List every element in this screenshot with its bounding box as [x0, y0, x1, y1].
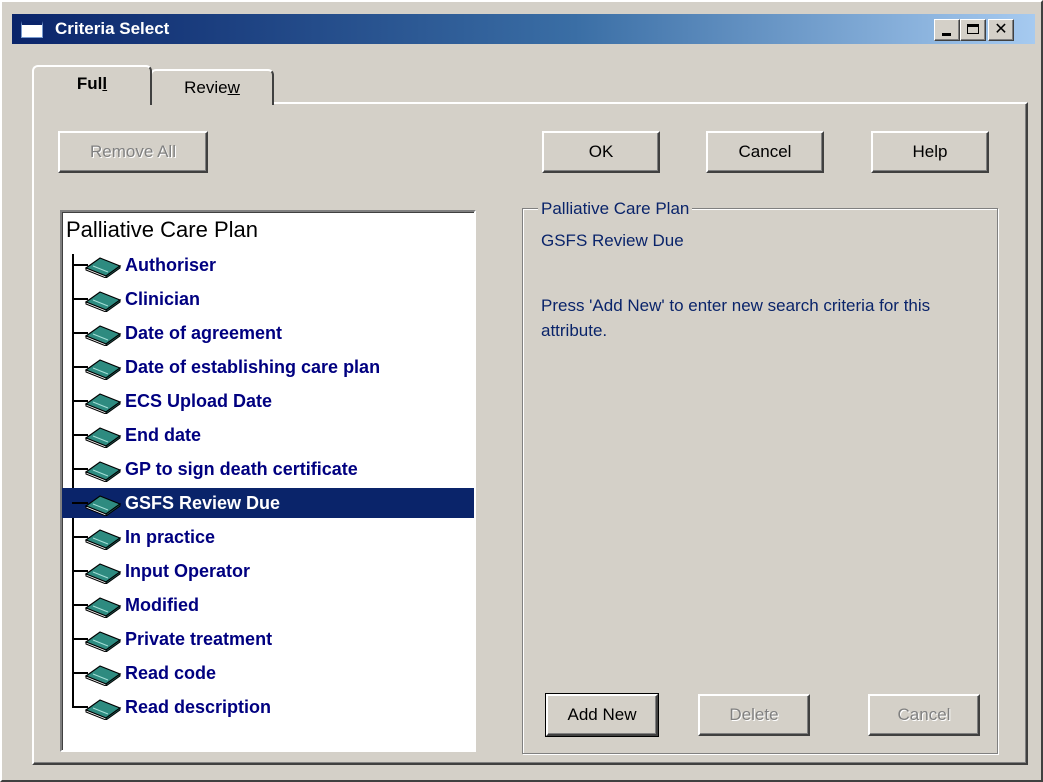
minimize-icon	[942, 33, 951, 36]
criteria-select-window: Criteria Select ✕ Full Review Remove All…	[0, 0, 1043, 782]
tree-item[interactable]: Read description	[62, 692, 474, 722]
book-icon	[84, 424, 122, 449]
book-icon	[84, 594, 122, 619]
tree-item[interactable]: Input Operator	[62, 556, 474, 586]
help-button[interactable]: Help	[871, 131, 989, 173]
tree-item-label: Date of agreement	[125, 323, 283, 343]
minimize-button[interactable]	[934, 19, 960, 41]
tree-item[interactable]: Clinician	[62, 284, 474, 314]
tree-root-label: Palliative Care Plan	[66, 217, 258, 242]
book-icon	[84, 526, 122, 551]
book-icon	[84, 322, 122, 347]
tree-item-label: Authoriser	[125, 255, 217, 275]
tree-item-label: GP to sign death certificate	[125, 459, 358, 479]
tree-item-label: Private treatment	[125, 629, 273, 649]
close-icon: ✕	[994, 21, 1008, 38]
add-new-button[interactable]: Add New	[545, 693, 659, 737]
tree-item-label: GSFS Review Due	[123, 490, 283, 516]
tree-item[interactable]: End date	[62, 420, 474, 450]
tree-item[interactable]: GSFS Review Due	[62, 488, 474, 518]
window-title: Criteria Select	[55, 19, 170, 38]
tree-item[interactable]: Authoriser	[62, 250, 474, 280]
ok-button[interactable]: OK	[542, 131, 660, 173]
book-icon	[84, 492, 122, 517]
tree-item-label: Modified	[125, 595, 199, 615]
book-icon	[84, 390, 122, 415]
tab-full[interactable]: Full	[32, 65, 152, 105]
book-icon	[84, 560, 122, 585]
maximize-button[interactable]	[960, 19, 986, 41]
tree-item-label: ECS Upload Date	[125, 391, 273, 411]
tree-item[interactable]: Read code	[62, 658, 474, 688]
book-icon	[84, 288, 122, 313]
book-icon	[84, 254, 122, 279]
attribute-tree[interactable]: Palliative Care Plan Authoriser Clinician…	[60, 210, 476, 752]
close-button[interactable]: ✕	[988, 19, 1014, 41]
tree-item-label: Clinician	[125, 289, 201, 309]
tree-item-label: Read code	[125, 663, 217, 683]
tree-item[interactable]: GP to sign death certificate	[62, 454, 474, 484]
tree-item[interactable]: ECS Upload Date	[62, 386, 474, 416]
tree-item[interactable]: Date of establishing care plan	[62, 352, 474, 382]
book-icon	[84, 662, 122, 687]
delete-button[interactable]: Delete	[698, 694, 810, 736]
tree-item-label: Date of establishing care plan	[125, 357, 381, 377]
tree-item[interactable]: Modified	[62, 590, 474, 620]
maximize-icon	[967, 24, 979, 34]
window-icon	[21, 21, 43, 38]
book-icon	[84, 458, 122, 483]
cancel-button[interactable]: Cancel	[706, 131, 824, 173]
book-icon	[84, 628, 122, 653]
title-bar[interactable]: Criteria Select ✕	[12, 14, 1035, 44]
tree-item-label: In practice	[125, 527, 216, 547]
tree-item-label: Read description	[125, 697, 272, 717]
selected-attribute-label: GSFS Review Due	[541, 231, 684, 250]
tree-item-label: End date	[125, 425, 202, 445]
instruction-text: Press 'Add New' to enter new search crit…	[541, 296, 931, 340]
tree-item[interactable]: Private treatment	[62, 624, 474, 654]
tree-item[interactable]: Date of agreement	[62, 318, 474, 348]
book-icon	[84, 356, 122, 381]
criteria-group-box	[522, 208, 998, 754]
cancel-criteria-button[interactable]: Cancel	[868, 694, 980, 736]
tab-review[interactable]: Review	[150, 69, 274, 105]
book-icon	[84, 696, 122, 721]
tree-item[interactable]: In practice	[62, 522, 474, 552]
tree-item-label: Input Operator	[125, 561, 250, 581]
group-legend: Palliative Care Plan	[538, 199, 693, 219]
remove-all-button[interactable]: Remove All	[58, 131, 208, 173]
